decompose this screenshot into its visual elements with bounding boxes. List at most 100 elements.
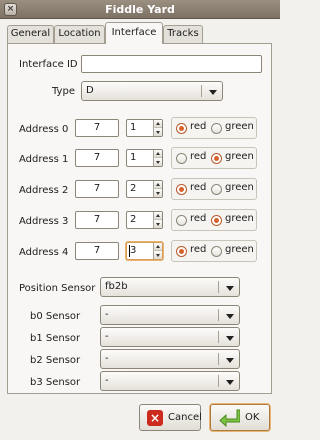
chevron-down-icon — [226, 314, 234, 319]
address-2-port-spinner[interactable]: 2 — [126, 180, 163, 198]
address-1-red-label[interactable]: red — [190, 151, 206, 162]
tab-interface[interactable]: Interface — [105, 22, 163, 44]
address-3-input[interactable]: 7 — [75, 211, 119, 229]
b3-sensor-label: b3 Sensor — [30, 377, 81, 388]
spin-up-icon[interactable] — [153, 181, 162, 189]
address-4-label: Address 4 — [19, 247, 69, 258]
address-0-green-label[interactable]: green — [225, 121, 254, 132]
address-3-label: Address 3 — [19, 216, 69, 227]
combo-separator — [218, 331, 219, 343]
ok-button[interactable]: OK — [210, 404, 270, 431]
address-0-red-radio[interactable] — [176, 123, 187, 134]
address-3-color-group: red green — [171, 209, 257, 231]
address-1-label: Address 1 — [19, 154, 69, 165]
address-1-port-value: 1 — [130, 152, 137, 163]
combo-separator — [218, 309, 219, 321]
type-combo[interactable]: D — [81, 81, 223, 101]
type-value: D — [86, 85, 94, 96]
address-4-red-radio[interactable] — [176, 246, 187, 257]
b1-sensor-combo[interactable]: - — [100, 327, 240, 347]
address-1-input[interactable]: 7 — [75, 149, 119, 167]
b2-sensor-combo[interactable]: - — [100, 349, 240, 369]
interface-id-label: Interface ID — [19, 59, 78, 70]
type-label: Type — [52, 86, 75, 97]
chevron-down-icon — [226, 286, 234, 291]
ok-button-label: OK — [245, 412, 260, 423]
address-3-red-label[interactable]: red — [190, 213, 206, 224]
combo-separator — [201, 85, 202, 97]
address-2-green-label[interactable]: green — [225, 182, 254, 193]
spin-down-icon[interactable] — [153, 158, 162, 166]
tab-location[interactable]: Location — [54, 25, 105, 43]
b1-sensor-label: b1 Sensor — [30, 333, 81, 344]
spin-up-icon[interactable] — [153, 150, 162, 158]
tab-tracks[interactable]: Tracks — [163, 25, 203, 43]
address-4-color-group: red green — [171, 240, 257, 262]
address-3-port-spinner[interactable]: 2 — [126, 211, 163, 229]
address-0-port-value: 1 — [130, 122, 137, 133]
window-title: Fiddle Yard — [105, 3, 175, 16]
spin-up-icon[interactable] — [153, 243, 162, 251]
spin-down-icon[interactable] — [153, 128, 162, 136]
b2-sensor-label: b2 Sensor — [30, 355, 81, 366]
address-0-label: Address 0 — [19, 124, 69, 135]
address-3-green-label[interactable]: green — [225, 213, 254, 224]
chevron-down-icon — [226, 358, 234, 363]
spin-down-icon[interactable] — [153, 189, 162, 197]
combo-separator — [218, 375, 219, 387]
title-bar[interactable]: × Fiddle Yard — [0, 0, 280, 19]
address-2-red-radio[interactable] — [176, 184, 187, 195]
address-4-input[interactable]: 7 — [75, 242, 119, 260]
address-2-color-group: red green — [171, 178, 257, 200]
tab-general[interactable]: General — [7, 25, 54, 43]
chevron-down-icon — [226, 380, 234, 385]
address-0-red-label[interactable]: red — [190, 121, 206, 132]
address-4-port-spinner[interactable]: 3 — [126, 242, 163, 260]
address-4-red-label[interactable]: red — [190, 244, 206, 255]
spin-down-icon[interactable] — [153, 220, 162, 228]
address-3-port-value: 2 — [130, 214, 137, 225]
address-2-red-label[interactable]: red — [190, 182, 206, 193]
chevron-down-icon — [209, 90, 217, 95]
text-caret — [129, 245, 130, 257]
address-0-green-radio[interactable] — [211, 123, 222, 134]
address-1-red-radio[interactable] — [176, 153, 187, 164]
address-4-port-value: 3 — [130, 245, 137, 256]
combo-separator — [218, 281, 219, 293]
position-sensor-combo[interactable]: fb2b — [100, 277, 240, 297]
address-0-input[interactable]: 7 — [75, 119, 119, 137]
interface-id-input[interactable] — [81, 55, 262, 73]
address-4-green-radio[interactable] — [211, 246, 222, 257]
address-1-green-label[interactable]: green — [225, 151, 254, 162]
spin-up-icon[interactable] — [153, 212, 162, 220]
address-0-port-spinner[interactable]: 1 — [126, 119, 163, 137]
spin-down-icon[interactable] — [153, 251, 162, 259]
ok-arrow-icon — [219, 409, 240, 427]
b0-sensor-value: - — [105, 309, 109, 320]
address-2-input[interactable]: 7 — [75, 180, 119, 198]
address-1-green-radio[interactable] — [211, 153, 222, 164]
address-4-green-label[interactable]: green — [225, 244, 254, 255]
address-1-color-group: red green — [171, 147, 257, 169]
b3-sensor-value: - — [105, 375, 109, 386]
b0-sensor-combo[interactable]: - — [100, 305, 240, 325]
chevron-down-icon — [226, 336, 234, 341]
b0-sensor-label: b0 Sensor — [30, 311, 81, 322]
address-1-port-spinner[interactable]: 1 — [126, 149, 163, 167]
address-3-red-radio[interactable] — [176, 215, 187, 226]
combo-separator — [218, 353, 219, 365]
position-sensor-value: fb2b — [105, 281, 128, 292]
cancel-icon: × — [147, 410, 163, 426]
address-2-label: Address 2 — [19, 185, 69, 196]
address-2-port-value: 2 — [130, 183, 137, 194]
address-3-green-radio[interactable] — [211, 215, 222, 226]
b3-sensor-combo[interactable]: - — [100, 371, 240, 391]
b2-sensor-value: - — [105, 353, 109, 364]
address-2-green-radio[interactable] — [211, 184, 222, 195]
spin-up-icon[interactable] — [153, 120, 162, 128]
cancel-button[interactable]: × Cancel — [139, 404, 202, 431]
position-sensor-label: Position Sensor — [19, 283, 96, 294]
cancel-button-label: Cancel — [168, 412, 202, 423]
b1-sensor-value: - — [105, 331, 109, 342]
address-0-color-group: red green — [171, 117, 257, 139]
